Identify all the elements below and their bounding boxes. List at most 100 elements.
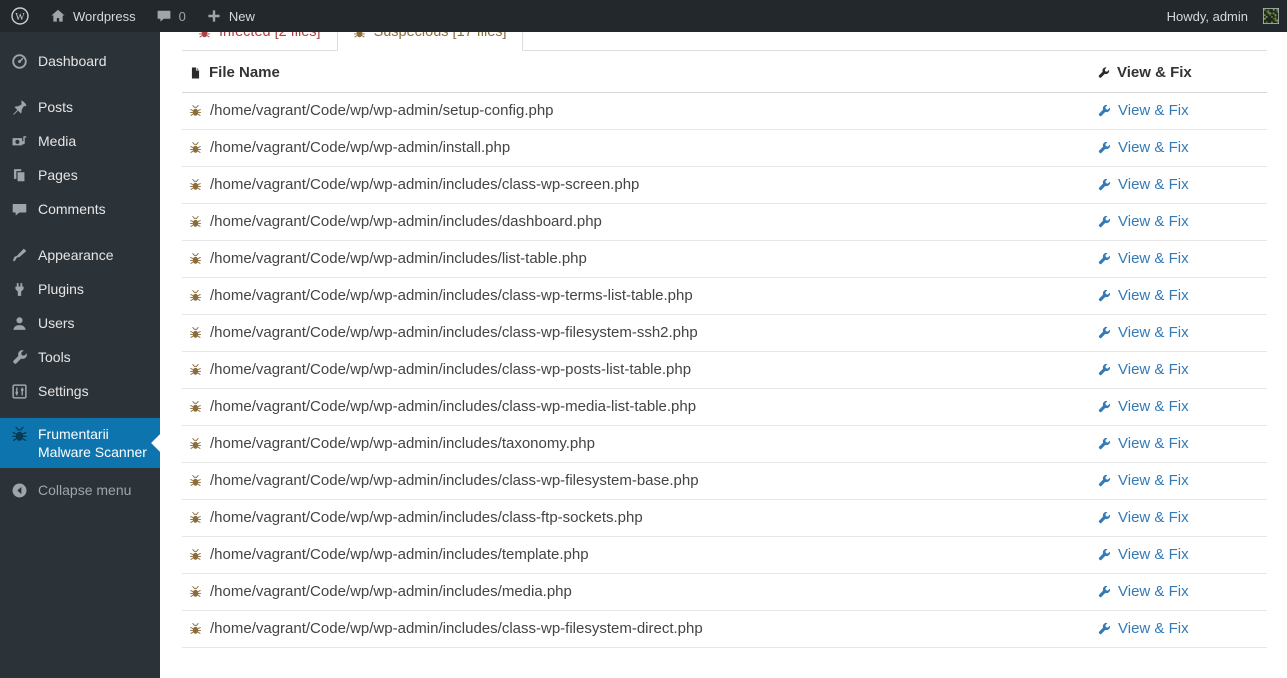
file-path: /home/vagrant/Code/wp/wp-admin/setup-con… xyxy=(210,102,554,119)
table-row: /home/vagrant/Code/wp/wp-admin/install.p… xyxy=(182,129,1267,167)
bug-icon xyxy=(189,141,202,155)
sidebar-item-frumentarii-malware-scanner[interactable]: Frumentarii Malware Scanner xyxy=(0,418,160,468)
new-label: New xyxy=(228,8,255,24)
sidebar-item-appearance[interactable]: Appearance xyxy=(0,238,160,272)
sidebar-item-comments[interactable]: Comments xyxy=(0,192,160,226)
view-fix-link[interactable]: View & Fix xyxy=(1097,583,1267,601)
table-header-row: File Name View & Fix xyxy=(182,51,1267,93)
sidebar-item-settings[interactable]: Settings xyxy=(0,374,160,408)
wrench-icon xyxy=(1097,252,1111,266)
table-row: /home/vagrant/Code/wp/wp-admin/includes/… xyxy=(182,388,1267,426)
file-icon xyxy=(189,66,202,80)
sidebar-item-dashboard[interactable]: Dashboard xyxy=(0,44,160,78)
file-path: /home/vagrant/Code/wp/wp-admin/includes/… xyxy=(210,435,595,452)
sidebar-item-label: Media xyxy=(38,133,77,149)
wrench-icon xyxy=(1097,622,1111,636)
file-name-column-header: File Name xyxy=(182,51,1097,93)
brush-icon xyxy=(11,247,28,264)
comment-icon xyxy=(11,201,28,218)
view-fix-link[interactable]: View & Fix xyxy=(1097,509,1267,527)
file-path: /home/vagrant/Code/wp/wp-admin/includes/… xyxy=(210,176,640,193)
view-fix-link[interactable]: View & Fix xyxy=(1097,324,1267,342)
bug-icon xyxy=(189,511,202,525)
sidebar-item-pages[interactable]: Pages xyxy=(0,158,160,192)
table-row: /home/vagrant/Code/wp/wp-admin/includes/… xyxy=(182,240,1267,278)
table-row: /home/vagrant/Code/wp/wp-admin/includes/… xyxy=(182,536,1267,574)
sidebar-item-tools[interactable]: Tools xyxy=(0,340,160,374)
sidebar-item-label: Users xyxy=(38,315,75,331)
sidebar-item-media[interactable]: Media xyxy=(0,124,160,158)
view-fix-link[interactable]: View & Fix xyxy=(1097,139,1267,157)
site-name-link[interactable]: Wordpress xyxy=(40,0,146,32)
file-path: /home/vagrant/Code/wp/wp-admin/includes/… xyxy=(210,583,572,600)
wrench-icon xyxy=(1097,178,1111,192)
view-fix-link[interactable]: View & Fix xyxy=(1097,213,1267,231)
wrench-icon xyxy=(1097,548,1111,562)
view-fix-link[interactable]: View & Fix xyxy=(1097,287,1267,305)
sidebar-item-label: Settings xyxy=(38,383,89,399)
sidebar-item-users[interactable]: Users xyxy=(0,306,160,340)
wrench-icon xyxy=(1097,474,1111,488)
file-path: /home/vagrant/Code/wp/wp-admin/includes/… xyxy=(210,472,699,489)
file-path: /home/vagrant/Code/wp/wp-admin/includes/… xyxy=(210,250,587,267)
bug-icon xyxy=(189,289,202,303)
bug-icon xyxy=(189,400,202,414)
view-fix-link[interactable]: View & Fix xyxy=(1097,176,1267,194)
table-row: /home/vagrant/Code/wp/wp-admin/includes/… xyxy=(182,499,1267,537)
file-path: /home/vagrant/Code/wp/wp-admin/includes/… xyxy=(210,213,602,230)
view-fix-link[interactable]: View & Fix xyxy=(1097,102,1267,120)
sidebar-item-label: Dashboard xyxy=(38,53,107,69)
sidebar-item-label: Appearance xyxy=(38,247,114,263)
file-path: /home/vagrant/Code/wp/wp-admin/includes/… xyxy=(210,546,589,563)
sidebar-item-plugins[interactable]: Plugins xyxy=(0,272,160,306)
wrench-icon xyxy=(1097,66,1110,80)
admin-menu: Dashboard Posts Media Pages Comments App… xyxy=(0,32,160,468)
bug-icon xyxy=(189,326,202,340)
comments-shortcut[interactable]: 0 xyxy=(146,0,196,32)
sidebar-item-posts[interactable]: Posts xyxy=(0,90,160,124)
table-row: /home/vagrant/Code/wp/wp-admin/includes/… xyxy=(182,203,1267,241)
view-fix-link[interactable]: View & Fix xyxy=(1097,620,1267,638)
wordpress-logo-icon: W xyxy=(10,6,30,26)
collapse-menu-label: Collapse menu xyxy=(38,482,132,498)
table-row: /home/vagrant/Code/wp/wp-admin/includes/… xyxy=(182,610,1267,648)
bug-icon xyxy=(189,104,202,118)
comments-count: 0 xyxy=(178,8,186,24)
view-fix-link[interactable]: View & Fix xyxy=(1097,398,1267,416)
view-fix-link[interactable]: View & Fix xyxy=(1097,361,1267,379)
scanner-results-panel: Infected [2 files] Suspecious [17 files]… xyxy=(160,0,1287,648)
table-row: /home/vagrant/Code/wp/wp-admin/includes/… xyxy=(182,351,1267,389)
comment-bubble-icon xyxy=(156,8,172,24)
file-path: /home/vagrant/Code/wp/wp-admin/install.p… xyxy=(210,139,511,156)
site-name: Wordpress xyxy=(73,8,136,24)
wrench-icon xyxy=(1097,104,1111,118)
bug-icon xyxy=(189,548,202,562)
view-fix-link[interactable]: View & Fix xyxy=(1097,435,1267,453)
sidebar-item-label: Pages xyxy=(38,167,78,183)
plug-icon xyxy=(11,281,28,298)
wrench-icon xyxy=(1097,141,1111,155)
wrench-icon xyxy=(1097,585,1111,599)
pages-icon xyxy=(11,167,28,184)
view-fix-link[interactable]: View & Fix xyxy=(1097,472,1267,490)
admin-sidebar: Dashboard Posts Media Pages Comments App… xyxy=(0,32,160,678)
bug-icon xyxy=(189,437,202,451)
wrench-icon xyxy=(1097,326,1111,340)
view-fix-link[interactable]: View & Fix xyxy=(1097,546,1267,564)
new-content-menu[interactable]: New xyxy=(196,0,265,32)
collapse-menu-button[interactable]: Collapse menu xyxy=(0,474,160,507)
collapse-arrow-icon xyxy=(11,482,28,499)
table-row: /home/vagrant/Code/wp/wp-admin/setup-con… xyxy=(182,92,1267,130)
table-body: /home/vagrant/Code/wp/wp-admin/setup-con… xyxy=(182,92,1267,648)
view-fix-link[interactable]: View & Fix xyxy=(1097,250,1267,268)
bug-icon xyxy=(189,215,202,229)
wrench-icon xyxy=(1097,289,1111,303)
account-menu[interactable]: Howdy, admin xyxy=(1157,0,1279,32)
suspicious-files-table: File Name View & Fix /home/vagrant/Code/… xyxy=(182,51,1267,648)
file-path: /home/vagrant/Code/wp/wp-admin/includes/… xyxy=(210,398,697,415)
file-path: /home/vagrant/Code/wp/wp-admin/includes/… xyxy=(210,287,693,304)
wordpress-logo-menu[interactable]: W xyxy=(0,0,40,32)
wrench-icon xyxy=(1097,215,1111,229)
wrench-icon xyxy=(1097,400,1111,414)
wrench-icon xyxy=(1097,511,1111,525)
